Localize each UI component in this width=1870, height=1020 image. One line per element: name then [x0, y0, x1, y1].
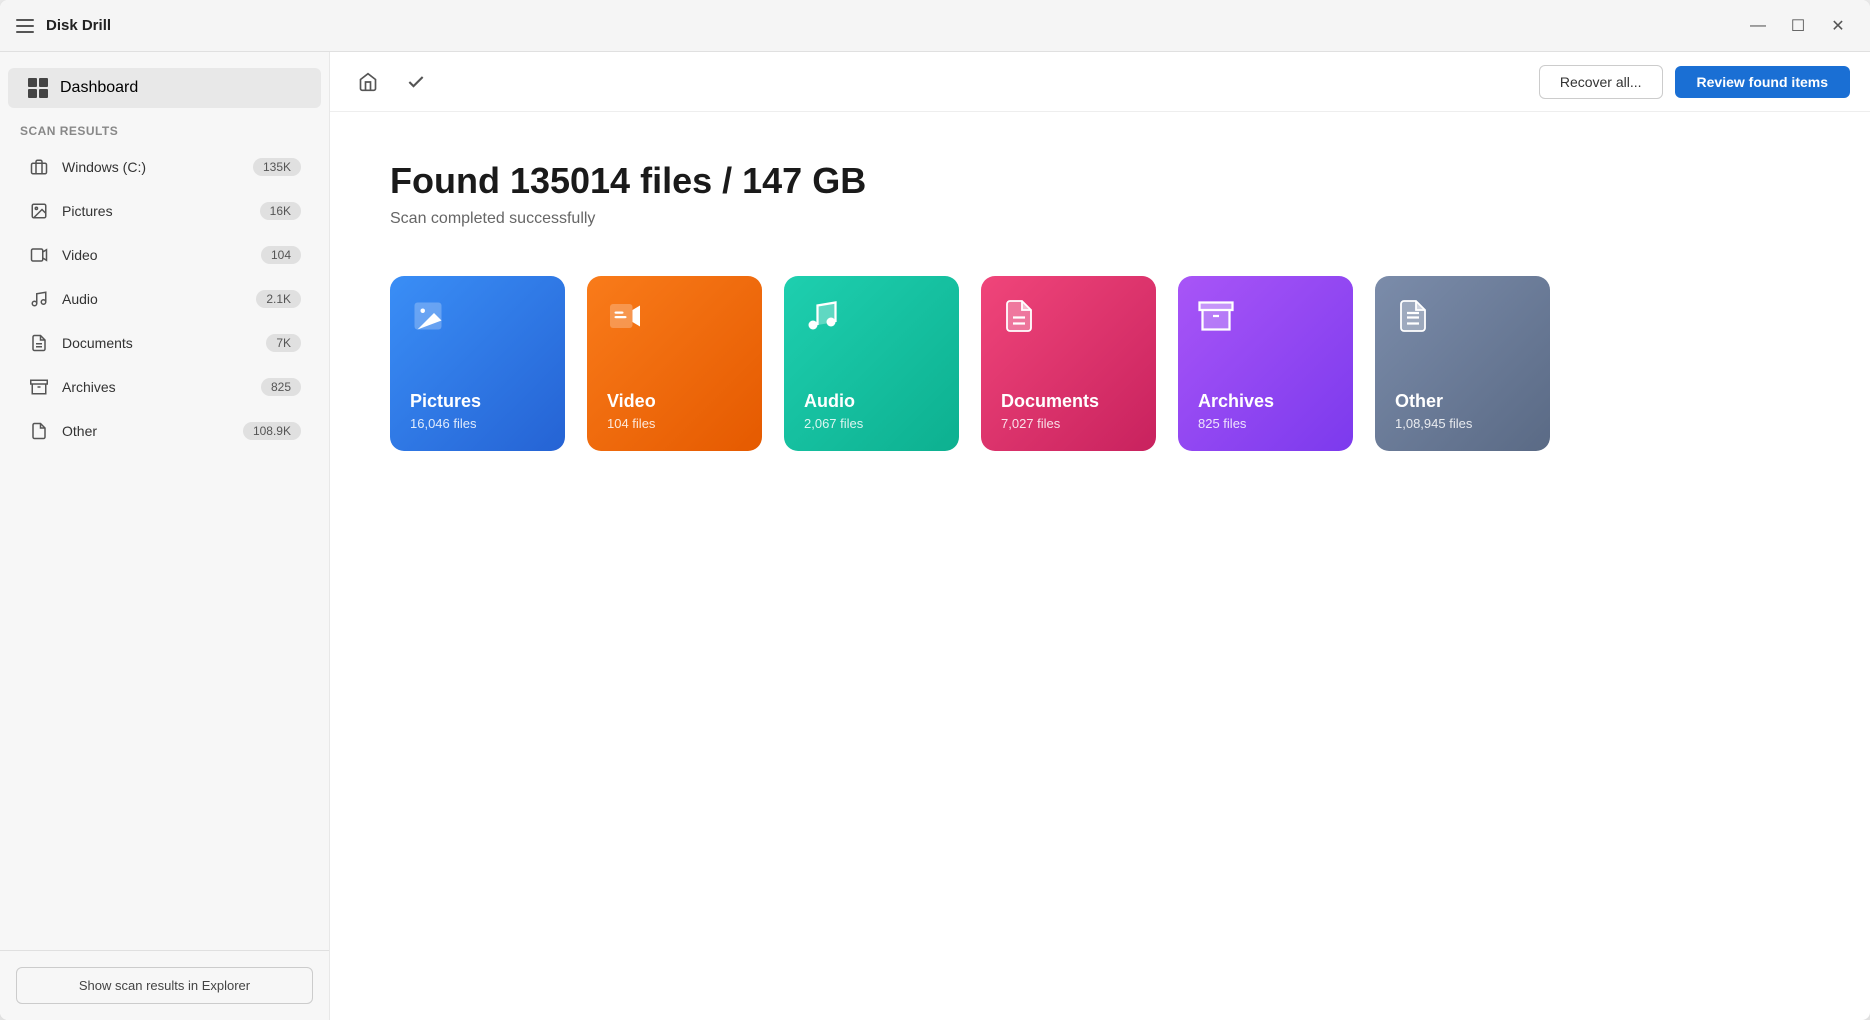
other-card-info: Other 1,08,945 files [1395, 391, 1530, 431]
archives-icon [28, 376, 50, 398]
archives-card-label: Archives [1198, 391, 1333, 412]
pictures-card-label: Pictures [410, 391, 545, 412]
documents-card-count: 7,027 files [1001, 416, 1136, 431]
app-window: Disk Drill — ☐ ✕ Dashboard Scan results [0, 0, 1870, 1020]
archives-card-info: Archives 825 files [1198, 391, 1333, 431]
sidebar-pictures-label: Pictures [62, 203, 248, 219]
dashboard-label: Dashboard [60, 79, 138, 97]
audio-card-icon [804, 298, 939, 342]
recover-all-button[interactable]: Recover all... [1539, 65, 1663, 99]
audio-card-count: 2,067 files [804, 416, 939, 431]
sidebar-documents-label: Documents [62, 335, 254, 351]
video-icon [28, 244, 50, 266]
sidebar-item-video[interactable]: Video 104 [8, 234, 321, 276]
sidebar-pictures-count: 16K [260, 202, 301, 220]
documents-card-label: Documents [1001, 391, 1136, 412]
title-bar-left: Disk Drill [16, 17, 111, 34]
sidebar-item-pictures[interactable]: Pictures 16K [8, 190, 321, 232]
sidebar-item-archives[interactable]: Archives 825 [8, 366, 321, 408]
other-card-count: 1,08,945 files [1395, 416, 1530, 431]
sidebar-archives-label: Archives [62, 379, 249, 395]
minimize-button[interactable]: — [1742, 10, 1774, 42]
video-card-count: 104 files [607, 416, 742, 431]
audio-icon [28, 288, 50, 310]
sidebar-item-windows[interactable]: Windows (C:) 135K [8, 146, 321, 188]
audio-card-label: Audio [804, 391, 939, 412]
card-video[interactable]: Video 104 files [587, 276, 762, 451]
main-content: Found 135014 files / 147 GB Scan complet… [330, 112, 1870, 1020]
sidebar-video-label: Video [62, 247, 249, 263]
app-title: Disk Drill [46, 17, 111, 34]
card-audio[interactable]: Audio 2,067 files [784, 276, 959, 451]
content-area: Recover all... Review found items Found … [330, 52, 1870, 1020]
home-button[interactable] [350, 64, 386, 100]
hamburger-menu-icon[interactable] [16, 19, 34, 33]
pictures-card-info: Pictures 16,046 files [410, 391, 545, 431]
scan-status: Scan completed successfully [390, 210, 1810, 228]
archives-card-count: 825 files [1198, 416, 1333, 431]
video-card-icon [607, 298, 742, 342]
sidebar-windows-count: 135K [253, 158, 301, 176]
close-button[interactable]: ✕ [1822, 10, 1854, 42]
sidebar-audio-label: Audio [62, 291, 244, 307]
sidebar-item-documents[interactable]: Documents 7K [8, 322, 321, 364]
maximize-button[interactable]: ☐ [1782, 10, 1814, 42]
pictures-icon [28, 200, 50, 222]
audio-card-info: Audio 2,067 files [804, 391, 939, 431]
other-icon [28, 420, 50, 442]
video-card-info: Video 104 files [607, 391, 742, 431]
toolbar: Recover all... Review found items [330, 52, 1870, 112]
review-found-items-button[interactable]: Review found items [1675, 66, 1850, 98]
sidebar-footer: Show scan results in Explorer [0, 950, 329, 1020]
archives-card-icon [1198, 298, 1333, 342]
documents-card-info: Documents 7,027 files [1001, 391, 1136, 431]
documents-icon [28, 332, 50, 354]
sidebar-video-count: 104 [261, 246, 301, 264]
sidebar-item-dashboard[interactable]: Dashboard [8, 68, 321, 108]
sidebar-item-other[interactable]: Other 108.9K [8, 410, 321, 452]
window-controls: — ☐ ✕ [1742, 10, 1854, 42]
card-pictures[interactable]: Pictures 16,046 files [390, 276, 565, 451]
sidebar-windows-label: Windows (C:) [62, 159, 241, 175]
dashboard-grid-icon [28, 78, 48, 98]
card-documents[interactable]: Documents 7,027 files [981, 276, 1156, 451]
sidebar-audio-count: 2.1K [256, 290, 301, 308]
show-explorer-button[interactable]: Show scan results in Explorer [16, 967, 313, 1004]
checkmark-button[interactable] [398, 64, 434, 100]
card-archives[interactable]: Archives 825 files [1178, 276, 1353, 451]
sidebar-archives-count: 825 [261, 378, 301, 396]
found-title: Found 135014 files / 147 GB [390, 160, 1810, 202]
main-layout: Dashboard Scan results Windows (C:) 135K [0, 52, 1870, 1020]
other-card-icon [1395, 298, 1530, 342]
pictures-card-icon [410, 298, 545, 342]
sidebar: Dashboard Scan results Windows (C:) 135K [0, 52, 330, 1020]
documents-card-icon [1001, 298, 1136, 342]
sidebar-other-label: Other [62, 423, 231, 439]
sidebar-other-count: 108.9K [243, 422, 301, 440]
sidebar-documents-count: 7K [266, 334, 301, 352]
category-cards: Pictures 16,046 files [390, 276, 1810, 451]
sidebar-nav: Dashboard Scan results Windows (C:) 135K [0, 52, 329, 466]
scan-results-label: Scan results [0, 112, 329, 144]
pictures-card-count: 16,046 files [410, 416, 545, 431]
title-bar: Disk Drill — ☐ ✕ [0, 0, 1870, 52]
video-card-label: Video [607, 391, 742, 412]
hdd-icon [28, 156, 50, 178]
other-card-label: Other [1395, 391, 1530, 412]
sidebar-item-audio[interactable]: Audio 2.1K [8, 278, 321, 320]
card-other[interactable]: Other 1,08,945 files [1375, 276, 1550, 451]
